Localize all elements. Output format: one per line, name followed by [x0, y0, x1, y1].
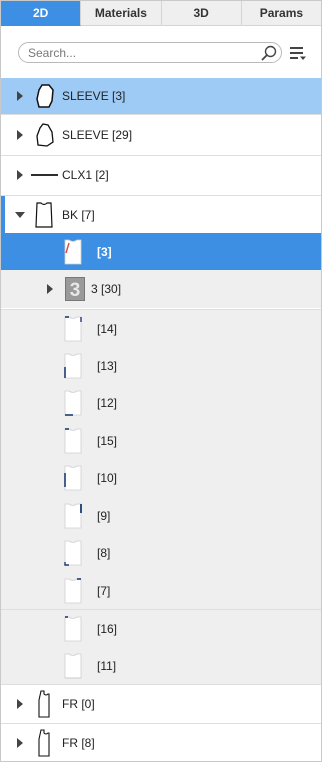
- tree-item-11[interactable]: [11]: [1, 647, 321, 684]
- collapse-arrow-icon[interactable]: [15, 211, 25, 218]
- tab-2d[interactable]: 2D: [1, 1, 82, 26]
- tree-item-bk[interactable]: BK [7]: [1, 196, 321, 233]
- sleeve-piece-icon: [36, 123, 54, 147]
- expand-arrow-icon[interactable]: [17, 737, 23, 748]
- tree-item-label: [13]: [97, 358, 118, 373]
- tree-item-3-selected[interactable]: [3]: [1, 233, 321, 270]
- row-divider: [1, 155, 321, 156]
- group-number-icon: 3: [65, 277, 85, 301]
- tree-item-label: FR [8]: [62, 735, 95, 750]
- bodice-piece-icon: [35, 201, 53, 228]
- tree-item-fr-8[interactable]: FR [8]: [1, 724, 321, 761]
- tree-item-8[interactable]: [8]: [1, 534, 321, 572]
- bodice-thumb-icon: [64, 503, 82, 528]
- tree-item-label: [16]: [97, 621, 118, 636]
- bodice-thumb-icon: [64, 540, 82, 566]
- line-piece-icon: [31, 174, 58, 176]
- search-icon[interactable]: [260, 44, 278, 62]
- tab-params[interactable]: Params: [241, 1, 321, 26]
- tree-item-12[interactable]: [12]: [1, 384, 321, 422]
- expand-arrow-icon[interactable]: [17, 170, 23, 180]
- tree-item-label: [11]: [97, 658, 117, 673]
- front-piece-icon: [38, 728, 50, 757]
- bodice-thumb-icon: [64, 577, 82, 603]
- tree-item-label: [10]: [97, 471, 118, 485]
- tree-item-clx1[interactable]: CLX1 [2]: [1, 157, 321, 193]
- tree-item-15[interactable]: [15]: [1, 422, 321, 459]
- tree-item-label: SLEEVE [29]: [62, 128, 133, 142]
- tree-item-label: [9]: [97, 508, 111, 523]
- search-input[interactable]: [28, 45, 253, 61]
- tree-item-label: SLEEVE [3]: [62, 89, 126, 103]
- tree-item-label: [12]: [97, 396, 118, 410]
- tree-item-9[interactable]: [9]: [1, 497, 321, 534]
- search-row: [1, 26, 321, 78]
- tree-item-16[interactable]: [16]: [1, 610, 321, 647]
- bodice-thumb-icon: [64, 239, 82, 264]
- pattern-panel: 2D Materials 3D Params SLEEVE [3]: [0, 0, 322, 762]
- bodice-thumb-icon: [64, 427, 82, 453]
- tree-item-label: [14]: [97, 321, 118, 336]
- bodice-thumb-icon: [64, 390, 82, 416]
- active-group-marker: [1, 196, 5, 233]
- tree-item-label: BK [7]: [62, 207, 95, 222]
- tree-item-7[interactable]: [7]: [1, 572, 321, 609]
- front-piece-icon: [38, 689, 50, 718]
- bodice-thumb-icon: [64, 315, 82, 341]
- tree-item-sleeve-29[interactable]: SLEEVE [29]: [1, 117, 321, 153]
- tree-item-label: FR [0]: [62, 696, 95, 711]
- expand-arrow-icon[interactable]: [17, 698, 23, 709]
- tree-item-sleeve-3[interactable]: SLEEVE [3]: [1, 78, 321, 114]
- list-menu-icon[interactable]: [289, 44, 307, 62]
- svg-text:3: 3: [70, 280, 81, 301]
- bodice-thumb-icon: [64, 353, 82, 378]
- tree-item-fr-0[interactable]: FR [0]: [1, 685, 321, 722]
- expand-arrow-icon[interactable]: [17, 91, 23, 101]
- tab-bar: 2D Materials 3D Params: [1, 1, 321, 26]
- tree-item-label: [8]: [97, 546, 111, 560]
- search-box: [18, 42, 282, 63]
- expand-arrow-icon[interactable]: [47, 284, 53, 294]
- tree-item-13[interactable]: [13]: [1, 347, 321, 384]
- bodice-thumb-icon: [64, 615, 82, 641]
- bodice-thumb-icon: [64, 653, 82, 678]
- tree-item-group-3[interactable]: 3 3 [30]: [1, 270, 321, 308]
- pattern-tree: SLEEVE [3] SLEEVE [29] CLX1 [2] BK [7] […: [1, 78, 321, 761]
- tree-item-10[interactable]: [10]: [1, 459, 321, 497]
- tab-3d[interactable]: 3D: [161, 1, 242, 26]
- tab-materials[interactable]: Materials: [81, 1, 162, 26]
- bodice-thumb-icon: [64, 465, 82, 491]
- tree-item-label: [7]: [97, 583, 111, 598]
- expand-arrow-icon[interactable]: [17, 130, 23, 140]
- tree-item-label: 3 [30]: [91, 282, 122, 296]
- tree-item-14[interactable]: [14]: [1, 310, 321, 347]
- row-divider: [1, 114, 321, 115]
- sleeve-piece-icon: [36, 84, 54, 108]
- tree-item-label: [3]: [97, 244, 112, 259]
- tree-item-label: CLX1 [2]: [62, 168, 109, 182]
- tree-item-label: [15]: [97, 433, 118, 448]
